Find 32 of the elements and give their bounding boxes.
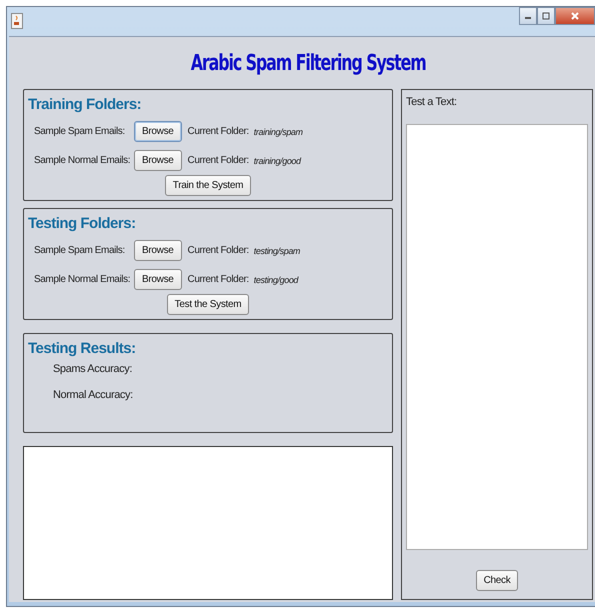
folder-path: training/good — [254, 156, 301, 166]
folder-path: testing/spam — [254, 246, 300, 256]
row-label: Sample Spam Emails: — [33, 126, 126, 137]
row-label: Sample Normal Emails: — [33, 155, 132, 166]
action-button[interactable]: Test the System — [166, 294, 250, 315]
minimize-button[interactable] — [519, 7, 537, 25]
text-input-area[interactable] — [406, 124, 588, 550]
browse-button[interactable]: Browse — [134, 269, 182, 290]
maximize-icon — [541, 11, 551, 21]
check-button[interactable]: Check — [476, 570, 518, 591]
folder-label: Current Folder: — [188, 155, 249, 166]
section-title: Testing Folders: — [28, 215, 137, 232]
folder-label: Current Folder: — [188, 274, 249, 285]
close-button[interactable] — [555, 7, 595, 25]
result-label: Spams Accuracy: — [53, 363, 132, 375]
browse-button[interactable]: Browse — [134, 240, 182, 261]
result-label: Normal Accuracy: — [53, 389, 133, 401]
folder-path: training/spam — [254, 126, 303, 136]
section-title: Training Folders: — [28, 96, 142, 113]
row-label: Sample Spam Emails: — [33, 245, 126, 256]
row-label: Sample Normal Emails: — [33, 274, 132, 285]
browse-button[interactable]: Browse — [134, 121, 182, 142]
maximize-button[interactable] — [537, 7, 555, 25]
action-button[interactable]: Train the System — [164, 175, 252, 196]
test-label: Test a Text: — [406, 96, 458, 108]
folder-label: Current Folder: — [188, 126, 249, 137]
section-title: Testing Results: — [28, 340, 137, 357]
close-icon — [570, 11, 580, 21]
browse-button[interactable]: Browse — [134, 150, 182, 171]
app-heading: Arabic Spam Filtering System — [190, 50, 426, 76]
folder-path: testing/good — [254, 274, 298, 284]
folder-label: Current Folder: — [188, 245, 249, 256]
